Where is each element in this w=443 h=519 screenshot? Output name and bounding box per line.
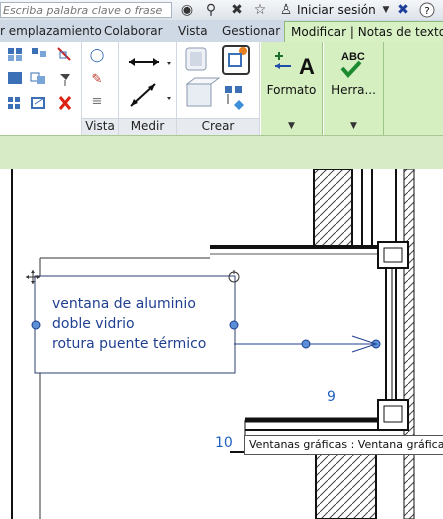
- tab-emplazamiento[interactable]: r emplazamiento: [0, 24, 102, 38]
- formato-label[interactable]: Formato: [261, 83, 322, 97]
- leader-line: [234, 335, 381, 353]
- resize-grip-left: [31, 320, 41, 330]
- delete-icon: [58, 96, 72, 110]
- exchange-icon[interactable]: ✖: [394, 1, 412, 19]
- measure-icon: [129, 58, 159, 66]
- note-line-1: ventana de aluminio: [52, 296, 196, 312]
- create-group-icon: [222, 45, 250, 75]
- signin-label[interactable]: Iniciar sesión: [297, 3, 376, 17]
- tooltip: Ventanas gráficas : Ventana gráfica : 1: [244, 435, 443, 455]
- panel-modify: [0, 42, 82, 135]
- search-box[interactable]: [0, 2, 173, 18]
- panel-medir: Medir: [119, 42, 177, 135]
- formato-dropdown-icon[interactable]: ▼: [261, 121, 322, 131]
- key-icon[interactable]: ⚲: [202, 1, 220, 19]
- linework-icon[interactable]: ≡: [88, 92, 106, 110]
- text-format-icon: A: [275, 52, 315, 79]
- panel-vista: ◯ ✎ ≡ Vista: [82, 42, 119, 135]
- ribbon-tabs: r emplazamiento Colaborar Vista Gestiona…: [0, 20, 443, 43]
- panel-vista-title: Vista: [82, 118, 118, 135]
- panel-medir-title: Medir: [119, 118, 176, 135]
- panel-empty: [384, 42, 443, 135]
- drawing-area[interactable]: ventana de aluminio doble vidrio rotura …: [0, 169, 443, 519]
- tab-modificar-notas[interactable]: Modificar | Notas de texto: [284, 21, 443, 42]
- options-bar: [0, 135, 443, 170]
- search-input[interactable]: [1, 4, 173, 17]
- tab-colaborar[interactable]: Colaborar: [104, 24, 163, 38]
- leader-grip-mid: [301, 339, 311, 349]
- parts-icon: [185, 77, 221, 107]
- chevron-down-icon[interactable]: ▼: [377, 1, 395, 19]
- spellcheck-icon: ABC: [340, 51, 365, 79]
- tab-vista[interactable]: Vista: [178, 24, 208, 38]
- ribbon: ◯ ✎ ≡ Vista Medir Crear A Formato ▼ ABC …: [0, 42, 443, 135]
- array-icon: [8, 97, 20, 109]
- tools-icon[interactable]: ✖: [228, 1, 246, 19]
- component-icon: [185, 47, 207, 71]
- align-icon: [8, 48, 22, 61]
- similar-icon: [225, 86, 244, 110]
- unpin-icon: [60, 74, 70, 86]
- tab-gestionar[interactable]: Gestionar: [222, 24, 280, 38]
- note-line-3: rotura puente térmico: [52, 336, 206, 352]
- lightbulb-icon[interactable]: ◯: [88, 46, 106, 64]
- view-tag-10: 10: [215, 435, 233, 451]
- panel-herramientas[interactable]: ABC Herra... ▼: [324, 42, 384, 135]
- note-line-2: doble vidrio: [52, 316, 135, 332]
- help-icon[interactable]: ?: [418, 1, 436, 19]
- panel-crear: Crear: [177, 42, 260, 135]
- panel-formato[interactable]: A Formato ▼: [261, 42, 323, 135]
- split-icon: [57, 47, 71, 61]
- copy-icon: [30, 72, 45, 84]
- herramientas-dropdown-icon[interactable]: ▼: [324, 121, 383, 131]
- title-bar: ◉ ⚲ ✖ ☆ ♙ Iniciar sesión ▼ ✖ ?: [0, 0, 443, 21]
- binoculars-icon[interactable]: ◉: [178, 1, 196, 19]
- herramientas-label[interactable]: Herra...: [324, 83, 383, 97]
- svg-text:?: ?: [424, 6, 429, 17]
- view-tag-9: 9: [327, 389, 336, 405]
- star-icon[interactable]: ☆: [251, 1, 269, 19]
- panel-crear-title: Crear: [177, 118, 259, 135]
- resize-grip-right: [229, 320, 239, 330]
- format-letter: A: [299, 54, 315, 79]
- aligned-dimension-icon: [130, 83, 156, 107]
- svg-text:ABC: ABC: [341, 51, 365, 63]
- offset-icon: [32, 48, 46, 57]
- move-icon: [8, 72, 22, 84]
- user-icon[interactable]: ♙: [277, 1, 295, 19]
- paintbrush-icon[interactable]: ✎: [88, 70, 106, 88]
- text-note: ventana de aluminio doble vidrio rotura …: [26, 270, 240, 374]
- scale-icon: [31, 97, 45, 109]
